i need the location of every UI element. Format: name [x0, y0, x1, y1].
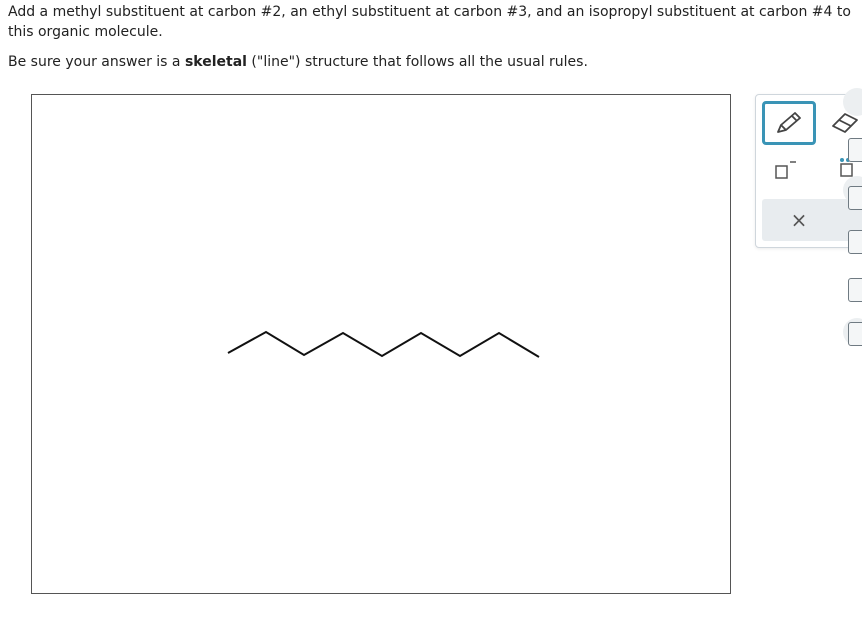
arrow-tool-icon[interactable] [848, 278, 862, 302]
question-text: Add a methyl substituent at carbon #2, a… [8, 2, 862, 42]
clear-row: × [762, 199, 862, 241]
pencil-icon [777, 112, 801, 133]
question-line-1: Add a methyl substituent at carbon #2, a… [8, 4, 851, 20]
clear-button[interactable]: × [786, 207, 812, 233]
charge-tool-button[interactable] [772, 155, 802, 185]
instructions-bold: skeletal [184, 54, 247, 70]
carbon-chain[interactable] [227, 330, 540, 358]
instructions-suffix: ("line") structure that follows all the … [246, 54, 588, 70]
instructions-text: Be sure your answer is a skeletal ("line… [8, 52, 588, 72]
drawing-canvas[interactable] [31, 94, 731, 594]
periodic-table-icon[interactable] [848, 138, 862, 162]
question-line-2: this organic molecule. [8, 24, 163, 40]
instructions-prefix: Be sure your answer is a [8, 54, 185, 70]
drawing-toolbar: × [755, 94, 862, 248]
ring-tool-icon[interactable] [848, 322, 862, 346]
template-icon[interactable] [848, 186, 862, 210]
close-icon: × [790, 208, 808, 232]
charge-box-icon [775, 161, 796, 179]
molecule-svg [227, 330, 540, 358]
bond-tool-icon[interactable] [848, 230, 862, 254]
pencil-tool-button[interactable] [762, 101, 816, 145]
